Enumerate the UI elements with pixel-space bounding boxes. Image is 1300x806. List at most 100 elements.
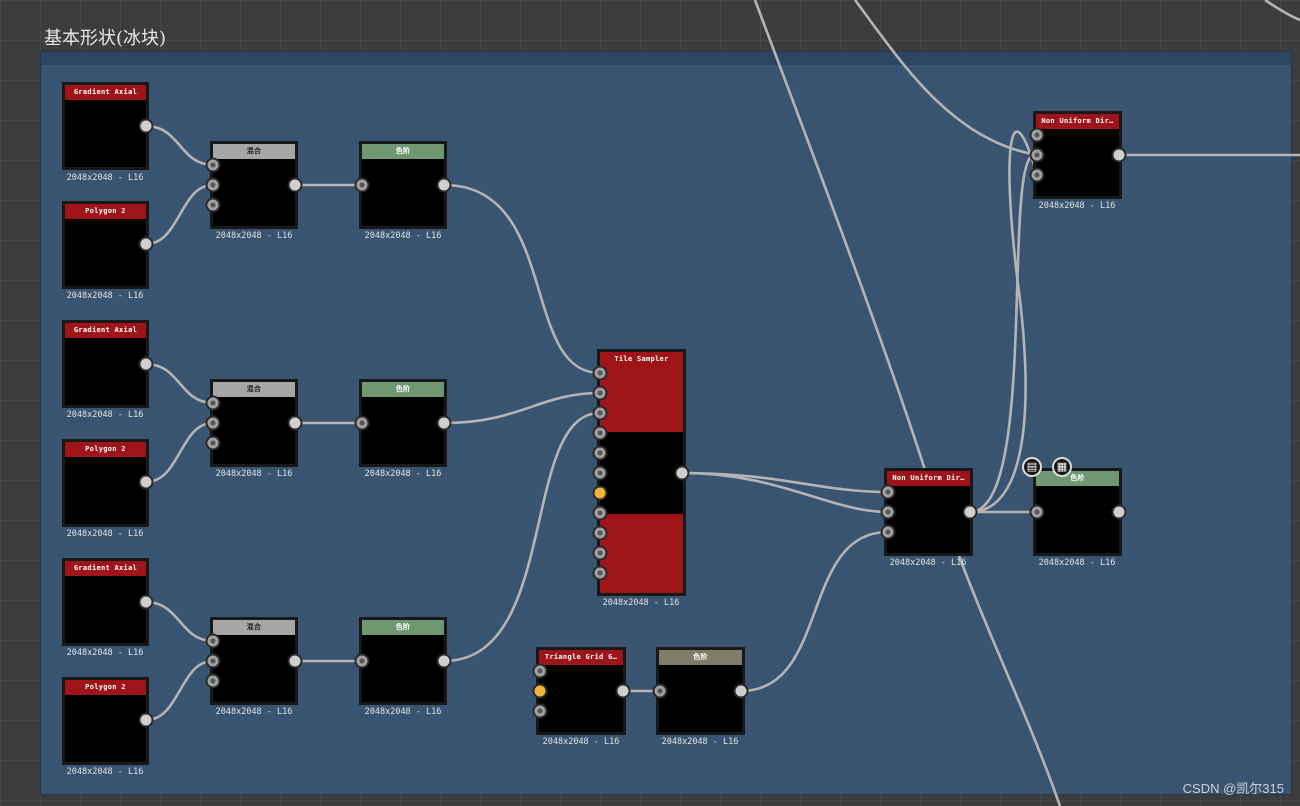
output-port[interactable] [1111,147,1127,163]
node-size-label: 2048x2048 - L16 [542,737,620,747]
non-uniform-dir-warp-node[interactable]: Non Uniform Dir… [1033,111,1122,199]
wire[interactable] [145,183,214,246]
input-port[interactable] [354,415,370,431]
input-port[interactable] [205,633,221,649]
input-port[interactable] [205,395,221,411]
input-port[interactable] [532,663,548,679]
wire[interactable] [753,0,927,471]
input-port[interactable] [1029,504,1045,520]
wire[interactable] [443,183,601,375]
blend-node[interactable]: 混合 [210,379,298,467]
input-port[interactable] [880,504,896,520]
input-port[interactable] [592,465,608,481]
output-port[interactable] [436,653,452,669]
input-port[interactable] [1029,167,1045,183]
wire[interactable] [145,659,214,722]
output-port[interactable] [138,356,154,372]
wire[interactable] [853,0,1038,157]
output-port[interactable] [138,712,154,728]
input-port[interactable] [880,524,896,540]
tile-sampler-node[interactable]: Tile Sampler [597,349,686,596]
gradient-axial-node[interactable]: Gradient Axial [62,320,149,408]
node-size-label: 2048x2048 - L16 [364,231,442,241]
node-size-label: 2048x2048 - L16 [889,558,967,568]
wire[interactable] [681,471,889,514]
polygon-node[interactable]: Polygon 2 [62,677,149,765]
input-port[interactable] [354,653,370,669]
wire[interactable] [145,124,214,167]
output-port[interactable] [138,118,154,134]
polygon-node[interactable]: Polygon 2 [62,201,149,289]
input-port[interactable] [592,365,608,381]
input-port[interactable] [592,485,608,501]
wire[interactable] [443,411,601,663]
output-port[interactable] [138,474,154,490]
wire[interactable] [145,421,214,484]
wire[interactable] [443,391,601,425]
input-port[interactable] [205,653,221,669]
node-title: Polygon 2 [65,442,146,457]
levels-node[interactable]: 色阶 [359,141,447,229]
checker-icon[interactable]: ▦ [1052,457,1072,477]
input-port[interactable] [354,177,370,193]
input-port[interactable] [592,565,608,581]
input-port[interactable] [205,157,221,173]
node-size-label: 2048x2048 - L16 [66,410,144,420]
output-port[interactable] [287,415,303,431]
input-port[interactable] [205,415,221,431]
node-title: 色阶 [362,382,444,397]
levels-node[interactable]: 色阶 [1033,468,1122,556]
node-thumbnail [887,486,970,553]
input-port[interactable] [592,445,608,461]
polygon-node[interactable]: Polygon 2 [62,439,149,527]
output-port[interactable] [1111,504,1127,520]
input-port[interactable] [532,703,548,719]
input-port[interactable] [205,197,221,213]
output-port[interactable] [138,594,154,610]
wire[interactable] [740,530,889,693]
input-port[interactable] [592,525,608,541]
levels-node[interactable]: 色阶 [359,617,447,705]
blend-node[interactable]: 混合 [210,141,298,229]
input-port[interactable] [1029,147,1045,163]
blend-node[interactable]: 混合 [210,617,298,705]
wire[interactable] [1264,0,1300,22]
input-port[interactable] [205,435,221,451]
output-port[interactable] [674,465,690,481]
input-port[interactable] [880,484,896,500]
node-thumbnail [213,159,295,226]
output-port[interactable] [287,653,303,669]
wire[interactable] [953,544,1062,806]
input-port[interactable] [592,545,608,561]
document-icon[interactable]: ▤ [1022,457,1042,477]
output-port[interactable] [436,415,452,431]
wire[interactable] [145,600,214,643]
input-port[interactable] [205,177,221,193]
node-size-label: 2048x2048 - L16 [66,767,144,777]
gradient-axial-node[interactable]: Gradient Axial [62,82,149,170]
input-port[interactable] [652,683,668,699]
node-thumbnail [65,576,146,643]
output-port[interactable] [733,683,749,699]
output-port[interactable] [287,177,303,193]
input-port[interactable] [592,505,608,521]
triangle-grid-node[interactable]: Triangle Grid G… [536,647,626,735]
input-port[interactable] [1029,127,1045,143]
node-title: Non Uniform Dir… [887,471,970,486]
input-port[interactable] [592,425,608,441]
input-port[interactable] [592,385,608,401]
levels-node[interactable]: 色阶 [359,379,447,467]
gradient-axial-node[interactable]: Gradient Axial [62,558,149,646]
input-port[interactable] [592,405,608,421]
output-port[interactable] [962,504,978,520]
levels-node[interactable]: 色阶 [656,647,745,735]
output-port[interactable] [615,683,631,699]
node-title: Gradient Axial [65,85,146,100]
input-port[interactable] [205,673,221,689]
output-port[interactable] [436,177,452,193]
output-port[interactable] [138,236,154,252]
non-uniform-dir-warp-node[interactable]: Non Uniform Dir… [884,468,973,556]
node-title: Tile Sampler [600,352,683,367]
wire[interactable] [145,362,214,405]
input-port[interactable] [532,683,548,699]
